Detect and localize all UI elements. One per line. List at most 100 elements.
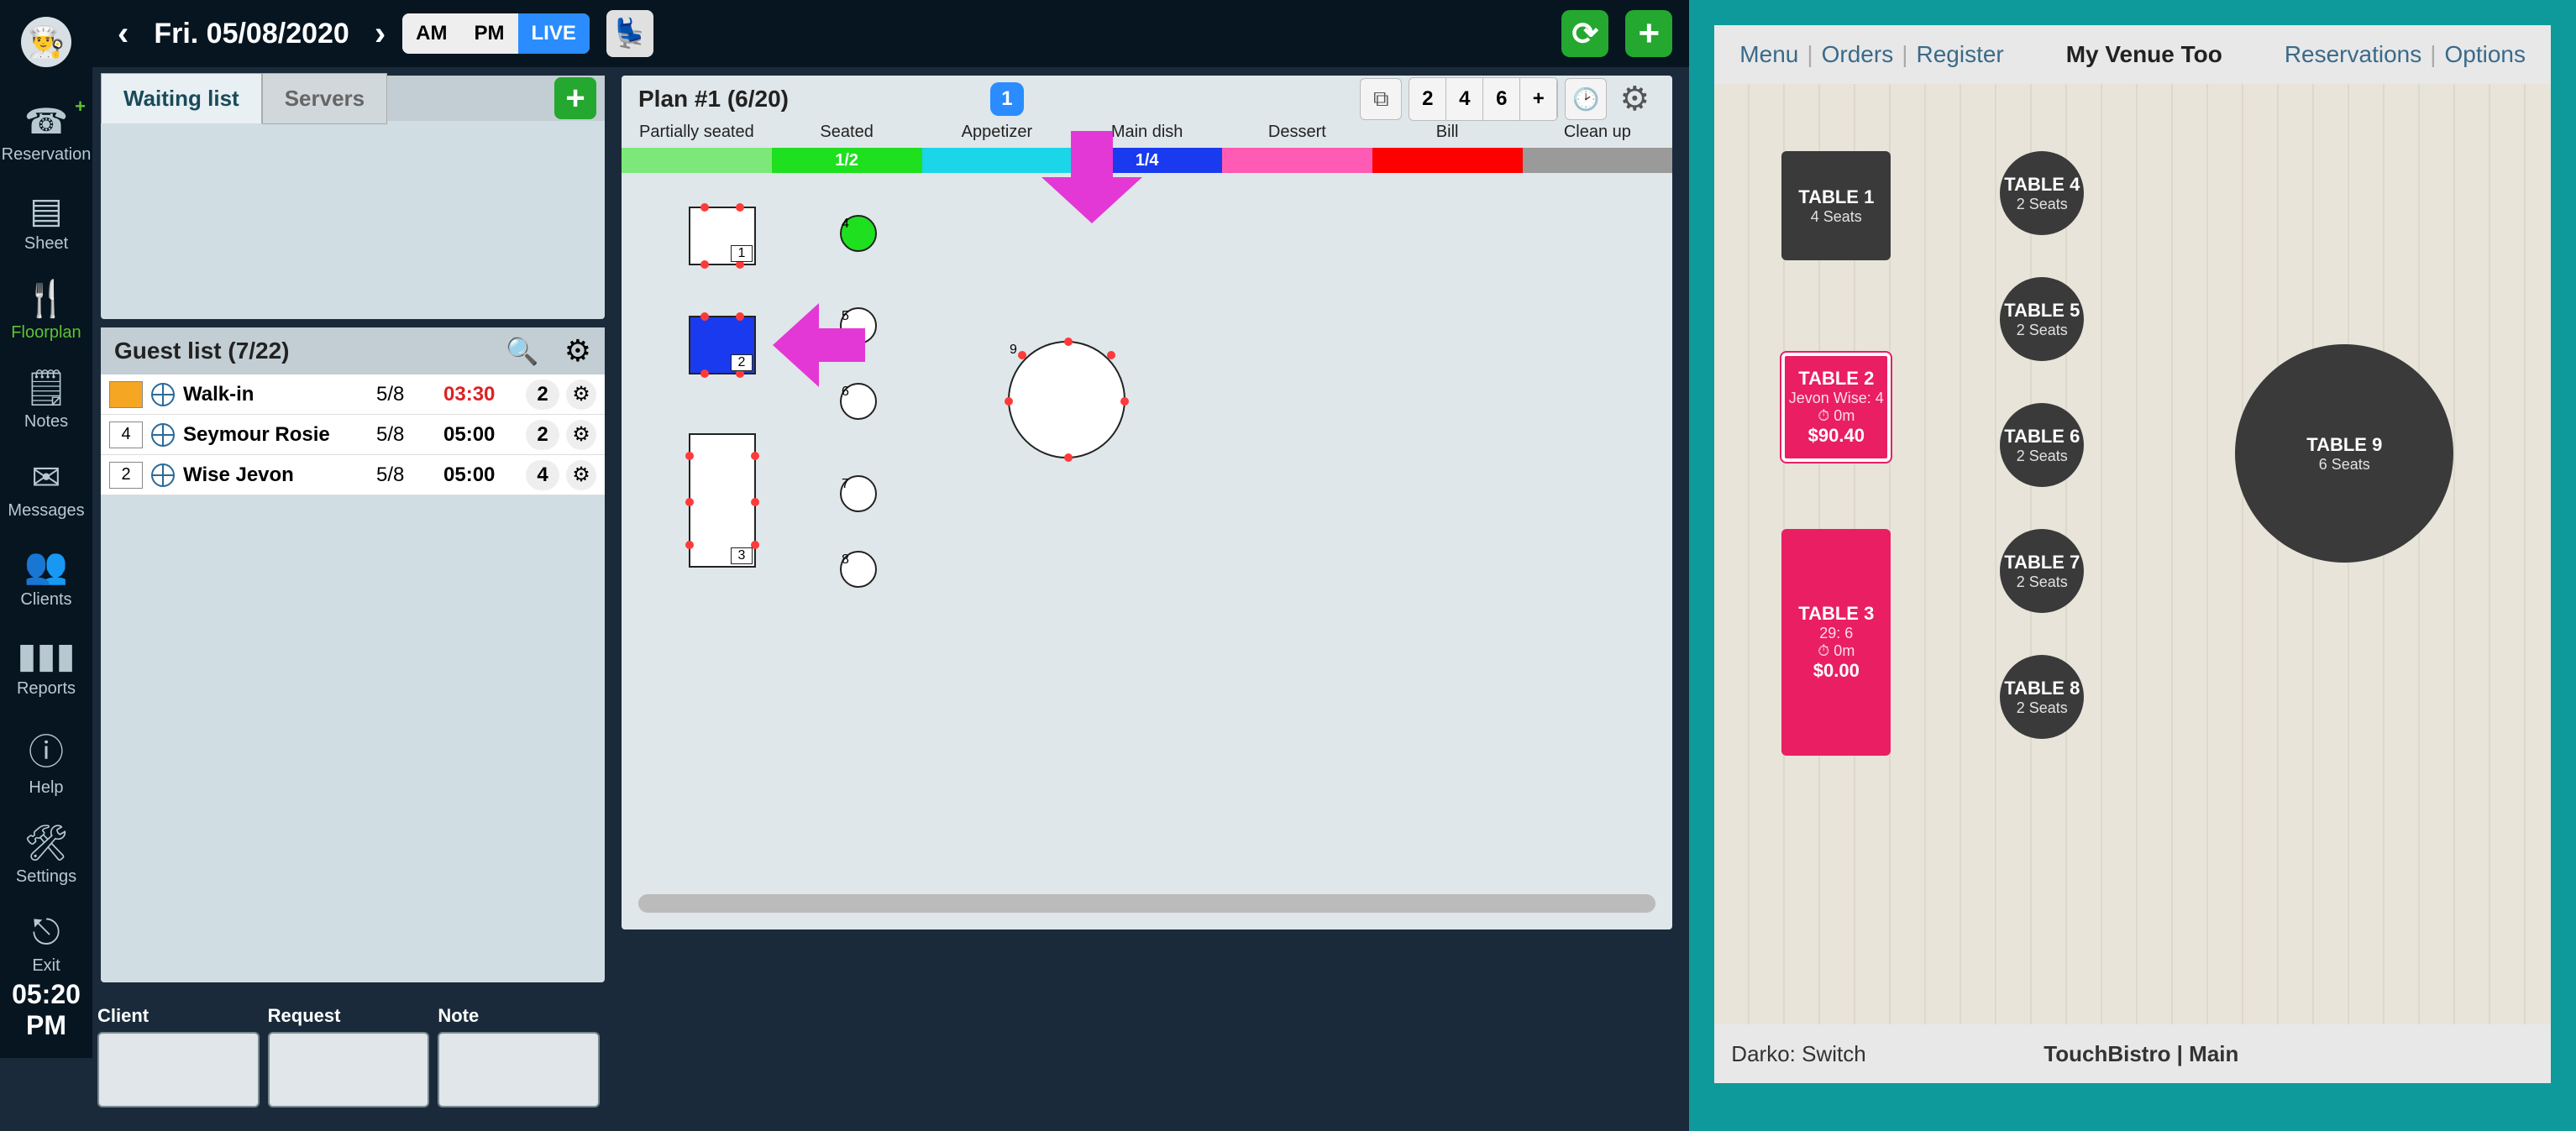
- tab-waiting-list[interactable]: Waiting list: [101, 73, 262, 123]
- tb-table-2[interactable]: TABLE 2Jevon Wise: 4⏱ 0m$90.40: [1781, 353, 1891, 462]
- table-9[interactable]: 9: [1008, 341, 1125, 458]
- copy-button[interactable]: ⧉: [1360, 78, 1402, 120]
- floor-canvas[interactable]: 1 2 3 4 5 6 7 8: [622, 173, 1672, 913]
- notes-row: Client Request Note: [92, 1005, 605, 1114]
- plus-icon: +: [1638, 13, 1660, 55]
- guest-row-settings[interactable]: ⚙: [566, 380, 596, 410]
- clock: 05:20PM: [0, 979, 92, 1041]
- guest-settings-button[interactable]: ⚙: [564, 333, 591, 369]
- add-waiting-button[interactable]: +: [554, 77, 596, 119]
- cap-4[interactable]: 4: [1446, 78, 1483, 120]
- table-2[interactable]: 2: [689, 316, 756, 374]
- guest-list-panel: Guest list (7/22) 🔍 ⚙ Walk-in 5/8 03:30 …: [101, 327, 605, 982]
- guest-row-settings[interactable]: ⚙: [566, 460, 596, 490]
- globe-icon: [151, 383, 175, 406]
- table-4[interactable]: 4: [840, 215, 877, 252]
- tb-options[interactable]: Options: [2445, 41, 2526, 68]
- floor-scrollbar[interactable]: [638, 894, 1655, 913]
- date-label[interactable]: Fri. 05/08/2020: [154, 18, 349, 50]
- time-mode-group: AM PM LIVE: [402, 13, 590, 54]
- globe-icon: [151, 423, 175, 447]
- tb-user-switch[interactable]: Darko: Switch: [1731, 1041, 1865, 1067]
- sidebar-item-clients[interactable]: 👥Clients: [0, 546, 92, 610]
- guest-row[interactable]: 4 Seymour Rosie 5/8 05:00 2 ⚙: [101, 415, 605, 455]
- request-label: Request: [268, 1005, 430, 1027]
- floor-settings-button[interactable]: ⚙: [1613, 78, 1655, 120]
- table-1[interactable]: 1: [689, 207, 756, 265]
- tb-register[interactable]: Register: [1916, 41, 2003, 68]
- cap-6[interactable]: 6: [1483, 78, 1520, 120]
- tb-table-1[interactable]: TABLE 14 Seats: [1781, 151, 1891, 260]
- guest-time: 03:30: [443, 383, 519, 406]
- note-label: Note: [438, 1005, 600, 1027]
- guest-list-title: Guest list (7/22): [114, 338, 290, 364]
- envelope-icon: ✉: [0, 457, 92, 498]
- sheet-icon: ▤: [0, 190, 92, 231]
- tab-servers[interactable]: Servers: [262, 73, 387, 124]
- status-header: Partially seatedSeatedAppetizerMain dish…: [622, 123, 1672, 148]
- client-input[interactable]: [97, 1032, 260, 1107]
- status-bar: 1/2 1/4: [622, 148, 1672, 173]
- tb-orders[interactable]: Orders: [1822, 41, 1894, 68]
- guest-row[interactable]: Walk-in 5/8 03:30 2 ⚙: [101, 374, 605, 415]
- pm-button[interactable]: PM: [461, 13, 518, 54]
- tb-menu[interactable]: Menu: [1739, 41, 1798, 68]
- plan-badge[interactable]: 1: [990, 82, 1024, 116]
- table-7[interactable]: 7: [840, 475, 877, 512]
- tb-table-4[interactable]: TABLE 42 Seats: [2000, 151, 2084, 235]
- am-button[interactable]: AM: [402, 13, 460, 54]
- search-button[interactable]: 🔍: [506, 335, 539, 367]
- phone-icon: ☎+: [0, 101, 92, 142]
- tb-table-8[interactable]: TABLE 82 Seats: [2000, 655, 2084, 739]
- guest-date: 5/8: [376, 423, 443, 447]
- tb-top-bar: Menu| Orders| Register My Venue Too Rese…: [1714, 25, 2551, 84]
- request-input[interactable]: [268, 1032, 430, 1107]
- sidebar-item-help[interactable]: ⓘHelp: [0, 724, 92, 798]
- tb-reservations[interactable]: Reservations: [2285, 41, 2421, 68]
- cap-plus[interactable]: +: [1520, 78, 1557, 120]
- cap-2[interactable]: 2: [1409, 78, 1446, 120]
- sidebar-item-settings[interactable]: 🛠Settings: [0, 823, 92, 887]
- guest-pax: 2: [526, 420, 559, 450]
- sidebar-item-floorplan[interactable]: 🍴Floorplan: [0, 279, 92, 343]
- prev-day-button[interactable]: ‹: [109, 15, 137, 53]
- live-button[interactable]: LIVE: [518, 13, 590, 54]
- sidebar-item-messages[interactable]: ✉Messages: [0, 457, 92, 521]
- floor-plan-panel: Plan #1 (6/20) 1 ⧉ 2 4 6 + 🕑 ⚙ Partially…: [622, 76, 1672, 929]
- sidebar-item-reservation[interactable]: ☎+Reservation: [0, 101, 92, 165]
- guest-row[interactable]: 2 Wise Jevon 5/8 05:00 4 ⚙: [101, 455, 605, 495]
- globe-icon: [151, 463, 175, 487]
- plus-icon: +: [565, 80, 585, 118]
- guest-row-settings[interactable]: ⚙: [566, 420, 596, 450]
- chart-icon: ▮▮▮: [0, 635, 92, 676]
- history-button[interactable]: 🕑: [1565, 78, 1607, 120]
- table-8[interactable]: 8: [840, 551, 877, 588]
- app-logo[interactable]: 👨‍🍳: [21, 17, 71, 67]
- table-3[interactable]: 3: [689, 433, 756, 568]
- guest-pax: 2: [526, 380, 559, 410]
- capacity-filter: 2 4 6 +: [1409, 77, 1558, 121]
- sidebar-item-notes[interactable]: 🗒Notes: [0, 368, 92, 432]
- guest-time: 05:00: [443, 423, 519, 447]
- guest-date: 5/8: [376, 463, 443, 487]
- seat-icon-button[interactable]: 💺: [606, 10, 653, 57]
- arrow-annotation-left: [773, 303, 865, 391]
- add-button[interactable]: +: [1625, 10, 1672, 57]
- arrow-annotation-down: [1041, 131, 1142, 228]
- guest-pax: 4: [526, 460, 559, 490]
- tb-table-7[interactable]: TABLE 72 Seats: [2000, 529, 2084, 613]
- refresh-button[interactable]: ⟳: [1561, 10, 1608, 57]
- notes-icon: 🗒: [0, 368, 92, 409]
- note-input[interactable]: [438, 1032, 600, 1107]
- tb-table-6[interactable]: TABLE 62 Seats: [2000, 403, 2084, 487]
- tb-floor[interactable]: TABLE 14 Seats TABLE 2Jevon Wise: 4⏱ 0m$9…: [1714, 84, 2551, 1024]
- tb-table-5[interactable]: TABLE 52 Seats: [2000, 277, 2084, 361]
- guest-time: 05:00: [443, 463, 519, 487]
- sidebar: 👨‍🍳 ☎+Reservation ▤Sheet 🍴Floorplan 🗒Not…: [0, 0, 92, 1058]
- tb-table-9[interactable]: TABLE 96 Seats: [2235, 344, 2453, 563]
- next-day-button[interactable]: ›: [366, 15, 394, 53]
- sidebar-item-exit[interactable]: ⎋Exit: [0, 912, 92, 976]
- sidebar-item-sheet[interactable]: ▤Sheet: [0, 190, 92, 254]
- sidebar-item-reports[interactable]: ▮▮▮Reports: [0, 635, 92, 699]
- tb-table-3[interactable]: TABLE 329: 6⏱ 0m$0.00: [1781, 529, 1891, 756]
